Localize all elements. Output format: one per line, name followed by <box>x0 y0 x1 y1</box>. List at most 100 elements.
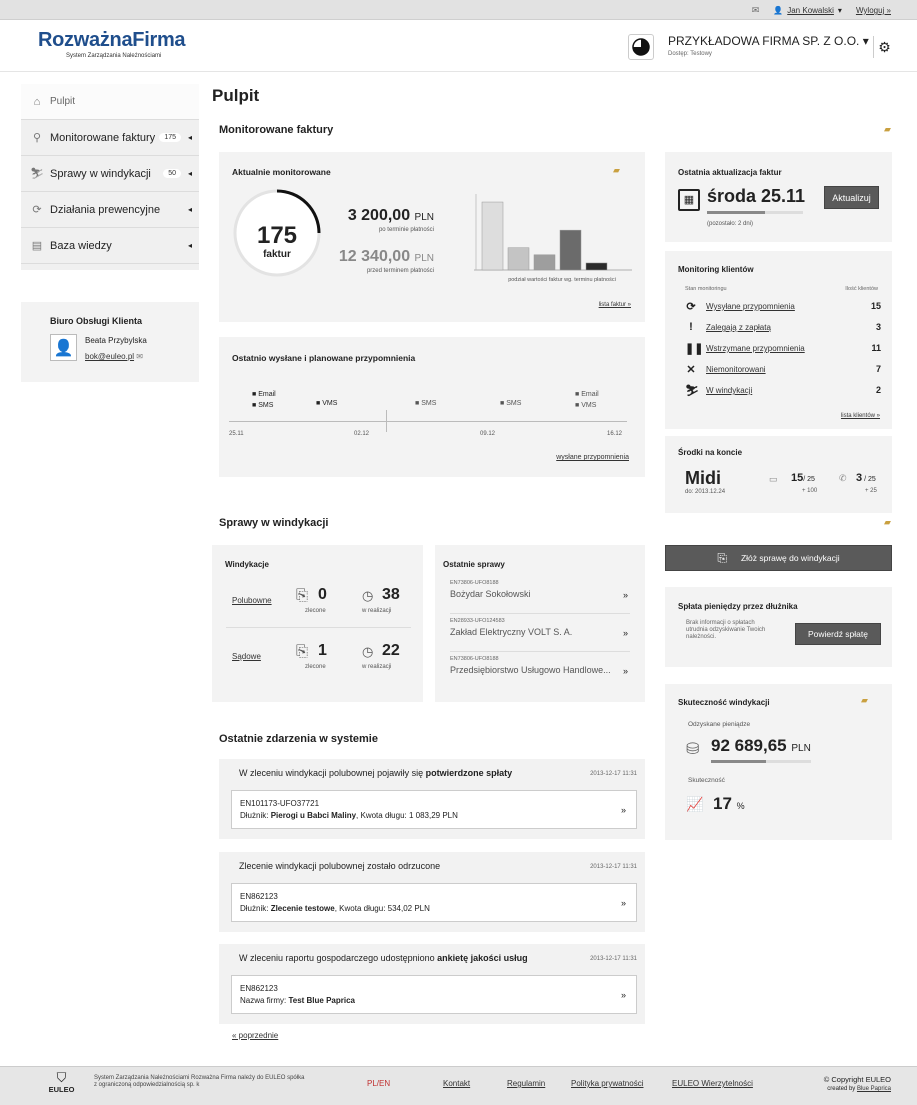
reminder-group: ■ Email ■ VMS <box>575 391 599 409</box>
event-item: W zleceniu raportu gospodarczego udostęp… <box>219 944 645 1024</box>
repayment-panel: Spłata pieniędzy przez dłużnika Brak inf… <box>665 587 892 667</box>
language-switch[interactable]: PL/EN <box>367 1079 390 1088</box>
client-status-link[interactable]: Wstrzymane przypomnienia <box>706 344 805 353</box>
sidebar-item-prevention[interactable]: ⟳ Działania prewencyjne ◂ <box>21 192 199 228</box>
sidebar-item-label: Baza wiedzy <box>50 239 112 252</box>
client-status-row[interactable]: ⛷ W windykacji 2 <box>685 385 881 399</box>
avatar: 👤 <box>50 334 77 361</box>
client-status-link[interactable]: Wysyłane przypomnienia <box>706 302 795 311</box>
client-status-row[interactable]: ❚❚ Wstrzymane przypomnienia 11 <box>685 343 881 357</box>
book-icon: ▤ <box>31 240 43 252</box>
chevron-down-icon: ▾ <box>837 6 842 15</box>
confirm-repayment-button[interactable]: Powierdź spłatę <box>795 623 881 645</box>
office-email-link[interactable]: bok@euleo.pl <box>85 352 134 361</box>
logo[interactable]: RozważnaFirma <box>38 29 186 52</box>
client-status-row[interactable]: ⟳ Wysyłane przypomnienia 15 <box>685 301 881 315</box>
submit-case-button[interactable]: ⎘ Złóż sprawę do windykacji <box>665 545 892 571</box>
sidebar-item-collection[interactable]: ⛷ Sprawy w windykacji 50 ◂ <box>21 156 199 192</box>
chevron-down-icon: ▾ <box>862 34 869 48</box>
footer: ⛉ EULEO System Zarządzania Należnościami… <box>0 1066 917 1105</box>
sms-extra: + 100 <box>802 488 818 494</box>
gear-icon[interactable]: ⚙ <box>873 36 895 58</box>
calendar-icon: ▦ <box>678 189 700 211</box>
repayment-text: Brak informacji o spłatach utrudnia odzy… <box>686 620 766 640</box>
amicable-progress: 38 <box>382 586 400 603</box>
event-title: Zlecenie windykacji polubownej zostało o… <box>239 861 441 871</box>
previous-link[interactable]: « poprzednie <box>232 1031 278 1040</box>
footer-link-euleo[interactable]: EULEO Wierzytelności <box>672 1079 753 1088</box>
chart-bar[interactable] <box>481 201 504 271</box>
count-badge: 175 <box>159 133 181 142</box>
court-ordered: 1 <box>318 642 327 659</box>
settings-icon[interactable]: ▰ <box>613 165 620 176</box>
footer-link-privacy[interactable]: Polityka prywatności <box>571 1079 643 1088</box>
case-row[interactable]: EN28933-UFO124583 Zakład Elektryczny VOL… <box>450 618 630 652</box>
col-header: Ilość klientów <box>845 286 878 292</box>
sidebar: ⌂ Pulpit ⚲ Monitorowane faktury 175 ◂ ⛷ … <box>21 84 199 270</box>
chart-bar[interactable] <box>559 229 582 271</box>
reminders-panel: Ostatnio wysłane i planowane przypomnien… <box>219 337 645 477</box>
event-date: 2013-12-17 11:31 <box>590 771 637 777</box>
chevron-right-icon: » <box>620 805 626 815</box>
chevron-right-icon: » <box>620 898 626 908</box>
panel-title: Windykacje <box>225 560 269 569</box>
update-button[interactable]: Aktualizuj <box>824 186 879 209</box>
event-detail-card[interactable]: EN101173-UFO37721 Dłużnik: Pierogi u Bab… <box>231 790 637 829</box>
sidebar-item-label: Sprawy w windykacji <box>50 167 151 180</box>
case-id: EN73806-UFO8188 <box>450 656 499 662</box>
last-update-panel: Ostatnia aktualizacja faktur ▦ środa 25.… <box>665 152 892 242</box>
sidebar-item-knowledge[interactable]: ▤ Baza wiedzy ◂ <box>21 228 199 264</box>
runner-icon: ⛷ <box>30 168 44 180</box>
court-link[interactable]: Sądowe <box>232 652 261 661</box>
tick-label: 16.12 <box>607 431 623 437</box>
settings-icon[interactable]: ▰ <box>884 124 891 135</box>
client-status-link[interactable]: Zalegają z zapłatą <box>706 323 771 332</box>
client-status-link[interactable]: Niemonitorowani <box>706 365 766 374</box>
chevron-left-icon: ◂ <box>187 133 192 142</box>
event-id: EN862123 <box>240 984 278 993</box>
footer-link-terms[interactable]: Regulamin <box>507 1079 545 1088</box>
client-status-link[interactable]: W windykacji <box>706 386 752 395</box>
panel-title: Ostatnia aktualizacja faktur <box>678 168 782 177</box>
client-status-count: 3 <box>875 322 881 332</box>
company-selector[interactable]: PRZYKŁADOWA FIRMA SP. Z O.O. ▾ Dostęp: T… <box>668 34 869 57</box>
call-count: 3 / 25 <box>856 472 876 484</box>
sidebar-item-pulpit[interactable]: ⌂ Pulpit <box>21 84 199 120</box>
client-status-row[interactable]: ! Zalegają z zapłatą 3 <box>685 321 881 336</box>
mail-icon[interactable]: ✉ <box>136 352 143 361</box>
logout-link[interactable]: Wyloguj » <box>856 6 891 15</box>
creator-link[interactable]: Blue Paprica <box>857 1086 891 1092</box>
amicable-ordered: 0 <box>318 586 327 603</box>
event-detail-card[interactable]: EN862123 Nazwa firmy: Test Blue Paprica … <box>231 975 637 1014</box>
invoice-value-chart <box>474 194 632 271</box>
user-menu[interactable]: 👤 Jan Kowalski ▾ <box>773 6 842 15</box>
tick-label: 25.11 <box>229 431 244 437</box>
settings-icon[interactable]: ▰ <box>884 517 891 528</box>
case-row[interactable]: EN73806-UFO8188 Przedsiębiorstwo Usługow… <box>450 656 630 690</box>
footer-link-contact[interactable]: Kontakt <box>443 1079 470 1088</box>
amicable-link[interactable]: Polubowne <box>232 596 272 605</box>
user-name[interactable]: Jan Kowalski <box>787 6 834 15</box>
client-status-row[interactable]: ✕ Niemonitorowani 7 <box>685 364 881 378</box>
sidebar-item-invoices[interactable]: ⚲ Monitorowane faktury 175 ◂ <box>21 120 199 156</box>
chart-bar[interactable] <box>585 262 608 271</box>
chevron-left-icon: ◂ <box>187 205 192 214</box>
sent-reminders-link[interactable]: wysłane przypomnienia <box>556 454 629 461</box>
chart-bar[interactable] <box>533 254 556 271</box>
panel-title: Ostatnie sprawy <box>443 560 505 569</box>
reminder-group: ■ SMS <box>500 400 522 407</box>
pie-chart-icon[interactable] <box>628 34 654 60</box>
euleo-logo[interactable]: ⛉ EULEO <box>48 1071 75 1095</box>
invoice-list-link[interactable]: lista faktur » <box>599 302 631 308</box>
effectiveness-label: Skuteczność <box>688 777 725 784</box>
client-list-link[interactable]: lista klientów » <box>841 413 880 419</box>
mail-icon[interactable]: ✉ <box>752 5 760 16</box>
update-date: środa 25.11 <box>707 186 806 206</box>
case-row[interactable]: EN73806-UFO8188 Bożydar Sokołowski » <box>450 580 630 614</box>
settings-icon[interactable]: ▰ <box>861 695 868 706</box>
event-detail-card[interactable]: EN862123 Dłużnik: Zlecenie testowe, Kwot… <box>231 883 637 922</box>
today-marker <box>386 410 387 432</box>
chart-bar[interactable] <box>507 247 530 271</box>
invoice-count: 175 <box>256 222 298 249</box>
section-title: Sprawy w windykacji <box>219 517 329 529</box>
